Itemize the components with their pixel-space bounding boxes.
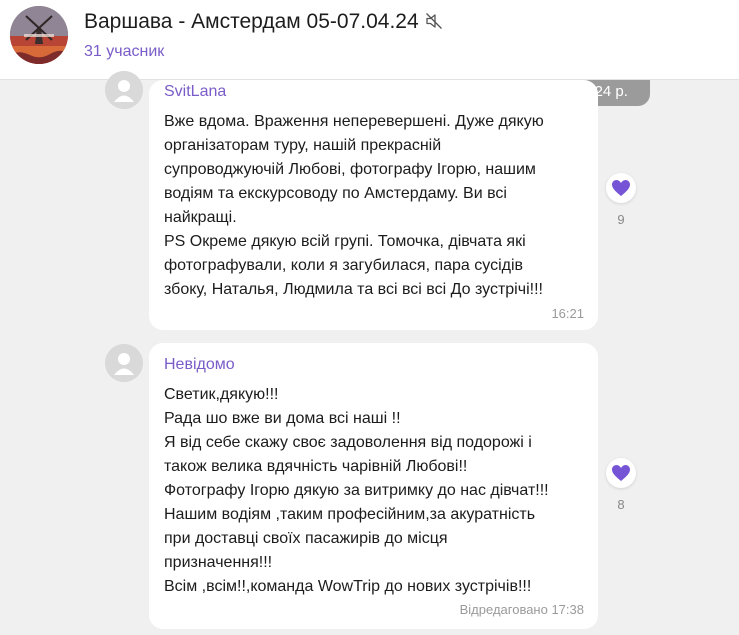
group-avatar[interactable]	[10, 6, 68, 64]
sender-name[interactable]: SvitLana	[164, 83, 226, 101]
purple-heart-icon	[612, 465, 630, 481]
message-bubble[interactable]: Невідомо Светик,дякую!!! Рада шо вже ви …	[149, 343, 598, 629]
reaction-button[interactable]	[606, 458, 636, 488]
chat-title-text: Варшава - Амстердам 05-07.04.24	[84, 10, 419, 33]
message-text: Вже вдома. Враження неперевершені. Дуже …	[164, 113, 544, 298]
message-time: Відредаговано 17:38	[459, 602, 584, 617]
reaction-button[interactable]	[606, 173, 636, 203]
chat-header: Варшава - Амстердам 05-07.04.24 31 учасн…	[0, 0, 739, 80]
sender-name[interactable]: Невідомо	[164, 356, 235, 374]
reaction-count: 8	[617, 497, 625, 512]
default-user-icon	[105, 71, 143, 109]
member-count[interactable]: 31 учасник	[84, 43, 164, 61]
default-user-icon	[105, 344, 143, 382]
sender-avatar[interactable]	[105, 344, 143, 382]
sender-avatar[interactable]	[105, 71, 143, 109]
message-time: 16:21	[551, 306, 584, 321]
message-text: Светик,дякую!!! Рада шо вже ви дома всі …	[164, 386, 549, 595]
reaction-count: 9	[617, 212, 625, 227]
chat-title[interactable]: Варшава - Амстердам 05-07.04.24	[84, 10, 443, 34]
windmill-tulips-image	[10, 6, 68, 64]
purple-heart-icon	[612, 180, 630, 196]
speaker-muted-icon[interactable]	[425, 12, 443, 30]
message-bubble[interactable]: SvitLana Вже вдома. Враження непереверше…	[149, 80, 598, 330]
